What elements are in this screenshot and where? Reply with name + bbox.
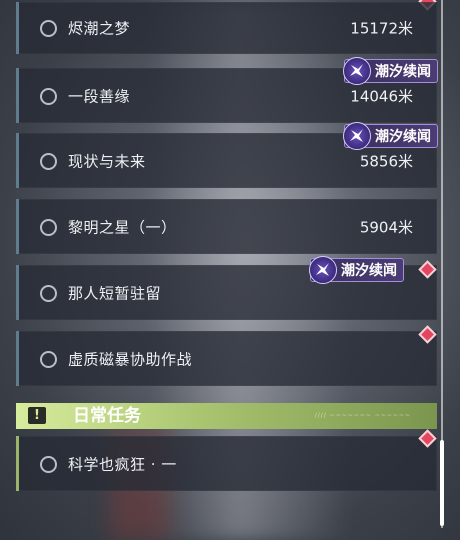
section-title: 日常任务 bbox=[73, 406, 141, 426]
quest-name: 虚质磁暴协助作战 bbox=[68, 350, 193, 368]
quest-item[interactable]: 科学也疯狂 · 一 bbox=[16, 436, 437, 491]
sparkle-star-icon bbox=[343, 122, 371, 150]
quest-status-circle-icon bbox=[40, 284, 57, 302]
quest-distance: 15172米 bbox=[350, 19, 413, 38]
quest-distance: 14046米 bbox=[350, 87, 413, 105]
quest-status-circle-icon bbox=[40, 350, 57, 368]
quest-distance: 5856米 bbox=[359, 152, 413, 170]
tag-label: 潮汐续闻 bbox=[375, 64, 431, 80]
item-accent-bar bbox=[16, 133, 19, 188]
quest-item[interactable]: 黎明之星（一） 5904米 bbox=[16, 199, 437, 254]
header-decoration: //// ~~~~~~~ ~~~~~~ bbox=[314, 412, 411, 419]
tide-news-tag: 潮汐续闻 bbox=[343, 122, 438, 150]
quest-status-circle-icon bbox=[40, 218, 57, 236]
quest-status-circle-icon bbox=[40, 20, 57, 37]
quest-item[interactable]: 虚质磁暴协助作战 bbox=[16, 331, 437, 386]
item-accent-bar bbox=[16, 436, 19, 491]
item-accent-bar bbox=[16, 2, 19, 54]
sparkle-star-icon bbox=[309, 256, 337, 284]
quest-name: 科学也疯狂 · 一 bbox=[68, 455, 177, 473]
tag-label: 潮汐续闻 bbox=[375, 129, 431, 145]
tide-news-tag: 潮汐续闻 bbox=[343, 57, 438, 85]
tide-news-tag: 潮汐续闻 bbox=[309, 256, 404, 284]
sparkle-star-icon bbox=[343, 57, 371, 85]
item-accent-bar bbox=[16, 331, 19, 386]
quest-item[interactable]: 烬潮之梦 15172米 bbox=[16, 2, 437, 54]
quest-name: 那人短暂驻留 bbox=[68, 284, 162, 302]
quest-status-circle-icon bbox=[40, 152, 57, 170]
quest-distance: 5904米 bbox=[359, 218, 413, 236]
exclamation-icon: ! bbox=[28, 407, 46, 424]
quest-name: 一段善缘 bbox=[68, 87, 131, 105]
quest-status-circle-icon bbox=[40, 87, 57, 105]
item-accent-bar bbox=[16, 199, 19, 254]
quest-name: 黎明之星（一） bbox=[68, 218, 177, 236]
item-accent-bar bbox=[16, 68, 19, 123]
daily-quest-section-header[interactable]: ! 日常任务 //// ~~~~~~~ ~~~~~~ bbox=[16, 403, 437, 429]
item-accent-bar bbox=[16, 265, 19, 320]
quest-name: 现状与未来 bbox=[68, 152, 146, 170]
quest-name: 烬潮之梦 bbox=[68, 19, 131, 38]
quest-status-circle-icon bbox=[40, 455, 57, 473]
scrollbar-thumb[interactable] bbox=[440, 440, 444, 526]
tag-label: 潮汐续闻 bbox=[341, 263, 397, 279]
